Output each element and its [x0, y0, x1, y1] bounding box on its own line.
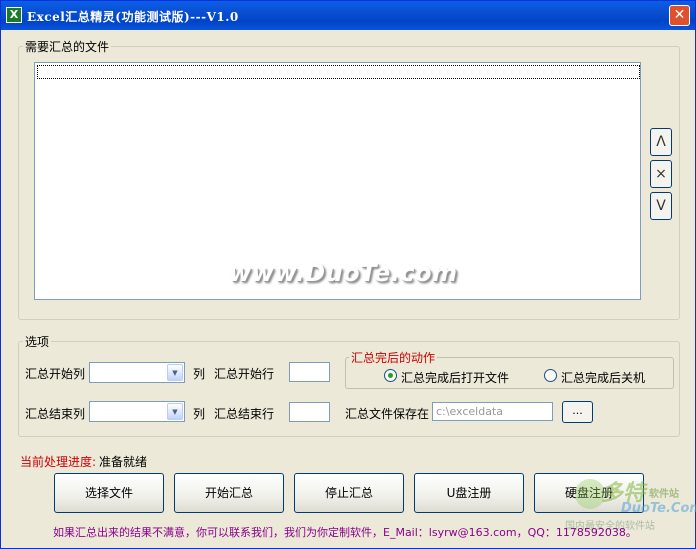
- start-col-suffix: 列: [193, 367, 206, 381]
- open-file-radio[interactable]: [384, 369, 397, 382]
- options-group-legend: 选项: [25, 335, 50, 349]
- browse-button[interactable]: ...: [562, 401, 593, 423]
- move-down-button[interactable]: V: [650, 192, 672, 220]
- close-button[interactable]: ✕: [669, 5, 690, 26]
- site-watermark: www.DuoTe.com: [229, 259, 458, 287]
- end-col-label: 汇总结束列: [25, 407, 86, 421]
- remove-file-button[interactable]: ×: [650, 160, 672, 188]
- select-files-button[interactable]: 选择文件: [54, 473, 164, 513]
- list-item[interactable]: [37, 65, 640, 79]
- progress-status: 准备就绪: [99, 455, 148, 469]
- end-col-select[interactable]: ▼: [89, 401, 185, 422]
- end-col-suffix: 列: [193, 407, 206, 421]
- start-row-input[interactable]: [289, 362, 330, 382]
- window-title: Excel汇总精灵(功能测试版)---V1.0: [27, 10, 239, 24]
- open-file-label[interactable]: 汇总完成后打开文件: [401, 369, 509, 386]
- title-bar[interactable]: X Excel汇总精灵(功能测试版)---V1.0 ✕: [1, 1, 695, 30]
- start-col-select[interactable]: ▼: [89, 362, 185, 383]
- end-row-label: 汇总结束行: [214, 407, 275, 421]
- contact-footer: 如果汇总出来的结果不满意，你可以联系我们，我们为你定制软件，E_Mail：lsy…: [53, 526, 637, 539]
- chevron-down-icon[interactable]: ▼: [167, 364, 183, 381]
- main-window: X Excel汇总精灵(功能测试版)---V1.0 ✕ 需要汇总的文件 www.…: [0, 0, 696, 549]
- progress-label: 当前处理进度:: [20, 455, 97, 469]
- save-path-input[interactable]: c:\exceldata: [432, 402, 553, 421]
- stop-summary-button[interactable]: 停止汇总: [294, 473, 404, 513]
- start-summary-button[interactable]: 开始汇总: [174, 473, 284, 513]
- radio-selected-dot: [388, 373, 393, 378]
- usb-register-button[interactable]: U盘注册: [414, 473, 524, 513]
- shutdown-label[interactable]: 汇总完成后关机: [561, 369, 645, 386]
- logo-sub-text: 软件站: [649, 489, 679, 500]
- chevron-down-icon[interactable]: ▼: [167, 403, 183, 420]
- move-up-button[interactable]: Λ: [650, 128, 672, 156]
- excel-icon: X: [6, 7, 22, 23]
- files-group-legend: 需要汇总的文件: [25, 40, 110, 54]
- shutdown-radio[interactable]: [544, 369, 557, 382]
- start-row-label: 汇总开始行: [214, 367, 275, 381]
- start-col-label: 汇总开始列: [25, 367, 86, 381]
- logo-domain-text: DuoTe.Com: [621, 501, 696, 516]
- after-action-legend: 汇总完后的动作: [351, 351, 436, 365]
- end-row-input[interactable]: [289, 402, 330, 422]
- save-path-label: 汇总文件保存在: [345, 407, 430, 421]
